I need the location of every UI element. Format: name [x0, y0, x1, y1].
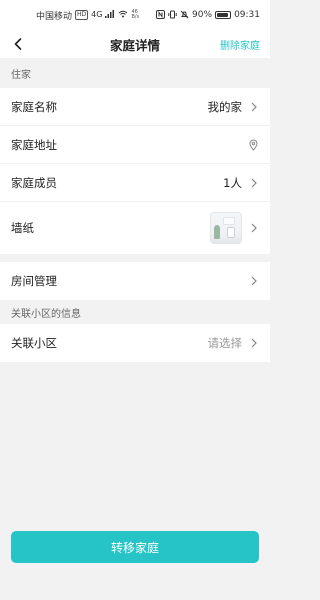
status-left: 中国移动 HD 4G 46 B/s [36, 9, 139, 22]
transfer-home-button[interactable]: 转移家庭 [11, 531, 259, 563]
section-home-label: 住家 [0, 58, 270, 88]
nfc-icon [156, 9, 166, 21]
home-address-label: 家庭地址 [11, 137, 57, 152]
clock: 09:31 [234, 10, 260, 20]
vibrate-icon [168, 10, 177, 21]
chevron-right-icon [251, 102, 257, 111]
community-value: 请选择 [207, 336, 243, 350]
carrier-label: 中国移动 [36, 11, 73, 22]
wallpaper-label: 墙纸 [11, 221, 34, 235]
wallpaper-thumbnail [210, 212, 242, 244]
home-members-row[interactable]: 家庭成员 1人 [0, 164, 270, 202]
battery-icon [215, 11, 232, 19]
home-address-row[interactable]: 家庭地址 [0, 126, 270, 164]
status-right: 90% 09:31 [156, 9, 260, 21]
chevron-right-icon [251, 338, 257, 348]
chevron-right-icon [251, 276, 257, 286]
status-bar: 中国移动 HD 4G 46 B/s 90% 09:31 [0, 0, 270, 30]
signal-icon [105, 10, 115, 20]
net-speed: 46 B/s [131, 10, 139, 20]
room-management-label: 房间管理 [11, 274, 57, 288]
community-row[interactable]: 关联小区 请选择 [0, 324, 270, 362]
community-group: 关联小区 请选择 [0, 324, 270, 362]
header: 家庭详情 删除家庭 [0, 30, 270, 58]
home-name-row[interactable]: 家庭名称 我的家 [0, 88, 270, 126]
wallpaper-row[interactable]: 墙纸 [0, 202, 270, 254]
chevron-right-icon [251, 178, 257, 187]
hd-badge: HD [75, 10, 89, 20]
home-members-value: 1人 [223, 175, 242, 190]
location-pin-icon [249, 139, 258, 151]
battery-percent: 90% [192, 10, 213, 20]
community-label: 关联小区 [11, 336, 57, 350]
mute-icon [180, 10, 189, 21]
back-button[interactable] [8, 34, 28, 54]
section-community-label: 关联小区的信息 [0, 300, 270, 324]
room-management-row[interactable]: 房间管理 [0, 262, 270, 300]
chevron-right-icon [251, 223, 257, 233]
net-speed-unit: B/s [131, 14, 140, 20]
home-info-group: 家庭名称 我的家 家庭地址 家庭成员 1人 墙纸 [0, 88, 270, 254]
home-name-label: 家庭名称 [11, 99, 57, 114]
wifi-icon [118, 10, 128, 20]
home-members-label: 家庭成员 [11, 175, 57, 190]
delete-home-button[interactable]: 删除家庭 [220, 37, 260, 52]
room-group: 房间管理 [0, 262, 270, 300]
chevron-left-icon [14, 38, 22, 50]
home-name-value: 我的家 [207, 99, 243, 114]
network-type: 4G [91, 10, 103, 19]
